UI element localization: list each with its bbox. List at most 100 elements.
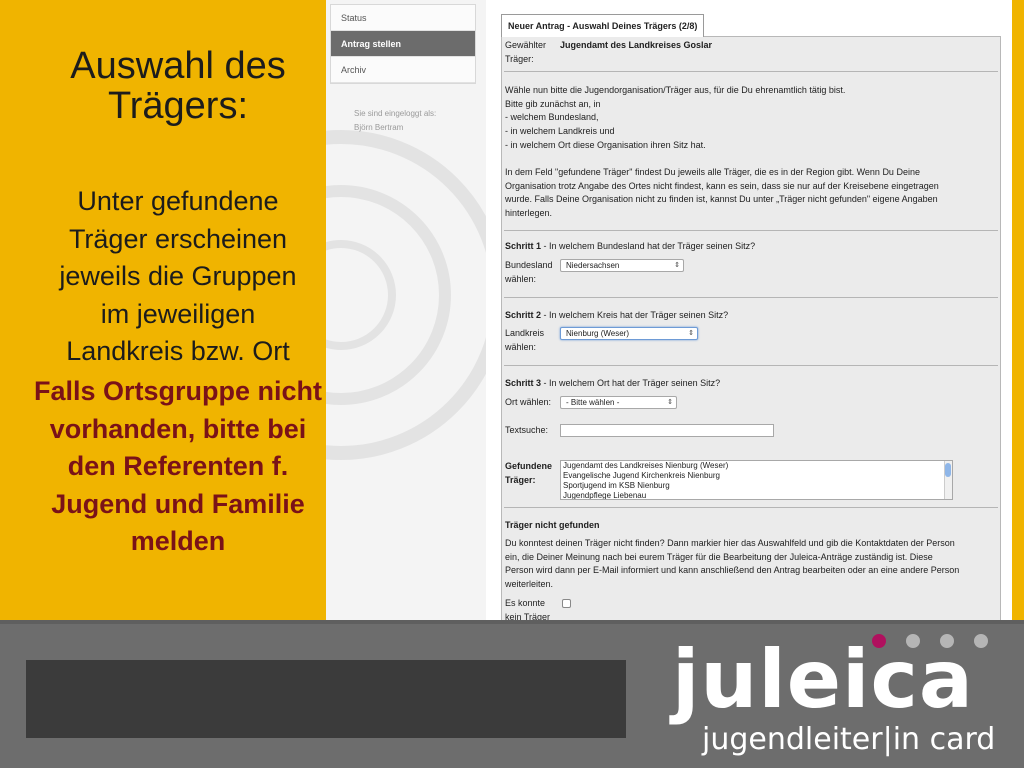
scrollbar-thumb[interactable] xyxy=(945,463,951,477)
selected-carrier-label-line: Träger: xyxy=(505,53,534,64)
intro-line: Wähle nun bitte die Jugendorganisation/T… xyxy=(505,85,846,95)
list-item[interactable]: Jugendamt des Landkreises Nienburg (Wese… xyxy=(563,461,952,471)
found-carriers-label-line: Träger: xyxy=(505,474,536,485)
step3-bold: Schritt 3 xyxy=(505,378,542,388)
form-area: Neuer Antrag - Auswahl Deines Trägers (2… xyxy=(501,14,1001,620)
tab-new-application[interactable]: Neuer Antrag - Auswahl Deines Trägers (2… xyxy=(501,14,705,37)
ort-select[interactable]: - Bitte wählen - ⇕ xyxy=(560,396,677,409)
login-info: Sie sind eingeloggt als: Björn Bertram xyxy=(354,107,436,135)
ort-select-value: - Bitte wählen - xyxy=(566,398,620,407)
not-found-checkbox[interactable] xyxy=(562,599,571,608)
select-arrows-icon: ⇕ xyxy=(688,330,694,337)
divider xyxy=(504,507,998,508)
intro-text: Wähle nun bitte die Jugendorganisation/T… xyxy=(505,84,999,153)
slide-note: Falls Ortsgruppe nicht vorhanden, bitte … xyxy=(10,373,346,561)
not-found-checkbox-label: Es konnte kein Träger xyxy=(505,597,550,620)
juleica-logo: juleica xyxy=(672,633,974,726)
info-line: hinterlegen. xyxy=(505,208,553,219)
not-found-title: Träger nicht gefunden xyxy=(505,520,600,530)
list-item[interactable]: Evangelische Jugend Kirchenkreis Nienbur… xyxy=(563,471,952,481)
divider xyxy=(504,297,998,298)
user-name: Björn Bertram xyxy=(354,123,404,132)
not-found-line: Du konntest deinen Träger nicht finden? … xyxy=(505,538,955,548)
checkbox-label-line: kein Träger xyxy=(505,611,551,620)
footer-top-edge xyxy=(0,620,1024,624)
select-arrows-icon: ⇕ xyxy=(674,262,680,269)
step3-heading: Schritt 3 - In welchem Ort hat der Träge… xyxy=(505,377,720,391)
divider xyxy=(504,230,998,231)
sidebar-background xyxy=(326,0,486,620)
intro-line: - in welchem Landkreis und xyxy=(505,126,615,137)
slide-body-line: jeweils die Gruppen xyxy=(59,261,297,291)
not-found-line: Person wird dann per E-Mail informiert u… xyxy=(505,565,960,576)
slide-note-line: Falls Ortsgruppe nicht xyxy=(33,376,323,406)
landkreis-select[interactable]: Nienburg (Weser) ⇕ xyxy=(560,327,698,340)
not-found-line: ein, die Deiner Meinung nach bei eurem T… xyxy=(505,551,933,562)
intro-line: - welchem Bundesland, xyxy=(505,112,599,123)
not-found-text: Du konntest deinen Träger nicht finden? … xyxy=(505,537,999,592)
divider xyxy=(504,365,998,366)
selected-carrier-value: Jugendamt des Landkreises Goslar xyxy=(560,40,713,50)
not-found-line: weiterleiten. xyxy=(505,579,554,590)
info-line: wurde. Falls Deine Organisation nicht zu… xyxy=(505,194,938,205)
found-carriers-label-line: Gefundene xyxy=(505,461,553,471)
step2-label: Landkreis wählen: xyxy=(505,327,544,354)
step2-text: - In welchem Kreis hat der Träger seinen… xyxy=(541,310,729,320)
step2-label-line: Landkreis xyxy=(505,328,545,338)
landkreis-select-value: Nienburg (Weser) xyxy=(566,329,629,338)
list-item[interactable]: Sportjugend im KSB Nienburg xyxy=(563,481,952,491)
bundesland-select-value: Niedersachsen xyxy=(566,261,620,270)
slide-body-line: Unter gefundene xyxy=(77,186,279,216)
slide-body: Unter gefundene Träger erscheinen jeweil… xyxy=(10,183,346,371)
nav-item-status[interactable]: Status xyxy=(331,5,475,31)
step1-label-line: wählen: xyxy=(505,273,537,284)
form-panel: Gewählter Träger: Jugendamt des Landkrei… xyxy=(501,36,1001,620)
slide-note-line: Jugend und Familie xyxy=(51,488,305,519)
step1-label: Bundesland wählen: xyxy=(505,259,553,286)
slide-note-line: vorhanden, bitte bei xyxy=(49,413,307,444)
selected-carrier-label-line: Gewählter xyxy=(505,40,547,50)
list-scrollbar[interactable] xyxy=(944,461,952,499)
info-line: In dem Feld "gefundene Träger" findest D… xyxy=(505,167,920,177)
step2-bold: Schritt 2 xyxy=(505,310,542,320)
step1-bold: Schritt 1 xyxy=(505,241,542,251)
nav-item-archiv[interactable]: Archiv xyxy=(331,57,475,83)
app-screenshot: Status Antrag stellen Archiv Sie sind ei… xyxy=(326,0,1012,620)
step3-label: Ort wählen: xyxy=(505,397,552,407)
slide-title-line: Trägers: xyxy=(107,85,249,127)
nav-item-antrag-stellen[interactable]: Antrag stellen xyxy=(331,31,475,57)
slide-body-line: Landkreis bzw. Ort xyxy=(66,336,290,366)
info-text: In dem Feld "gefundene Träger" findest D… xyxy=(505,166,999,221)
checkbox-label-line: Es konnte xyxy=(505,598,546,608)
intro-line: - in welchem Ort diese Organisation ihre… xyxy=(505,139,706,150)
juleica-logo-subtitle: jugendleiter|in card xyxy=(702,722,996,757)
search-label: Textsuche: xyxy=(505,425,549,435)
logo-dot-grey-icon xyxy=(974,634,988,648)
divider xyxy=(504,71,998,72)
info-line: Organisation trotz Angabe des Ortes nich… xyxy=(505,180,939,191)
step1-label-line: Bundesland xyxy=(505,260,553,270)
intro-line: Bitte gib zunächst an, in xyxy=(505,98,601,109)
slide-note-line: melden xyxy=(130,526,226,556)
bundesland-select[interactable]: Niedersachsen ⇕ xyxy=(560,259,684,272)
step1-text: - In welchem Bundesland hat der Träger s… xyxy=(541,241,756,251)
footer-dark-box xyxy=(26,660,626,738)
selected-carrier-label: Gewählter Träger: xyxy=(505,39,546,66)
step2-label-line: wählen: xyxy=(505,341,537,352)
step1-heading: Schritt 1 - In welchem Bundesland hat de… xyxy=(505,240,755,254)
slide-body-line: im jeweiligen xyxy=(100,298,256,329)
step3-text: - In welchem Ort hat der Träger seinen S… xyxy=(541,378,721,388)
right-yellow-strip xyxy=(1012,0,1024,620)
slide-title-line: Auswahl des xyxy=(70,45,286,87)
search-input[interactable] xyxy=(560,424,774,437)
slide-title: Auswahl des Trägers: xyxy=(10,46,346,126)
nav-menu: Status Antrag stellen Archiv xyxy=(330,4,476,84)
select-arrows-icon: ⇕ xyxy=(667,399,673,406)
slide-body-line: Träger erscheinen xyxy=(68,223,288,254)
step2-heading: Schritt 2 - In welchem Kreis hat der Trä… xyxy=(505,309,728,323)
slide-note-line: den Referenten f. xyxy=(67,451,289,481)
found-carriers-label: Gefundene Träger: xyxy=(505,460,552,487)
logged-in-label: Sie sind eingeloggt als: xyxy=(354,109,437,118)
found-carriers-list[interactable]: Jugendamt des Landkreises Nienburg (Wese… xyxy=(560,460,953,500)
list-item[interactable]: Jugendpflege Liebenau xyxy=(563,491,952,499)
